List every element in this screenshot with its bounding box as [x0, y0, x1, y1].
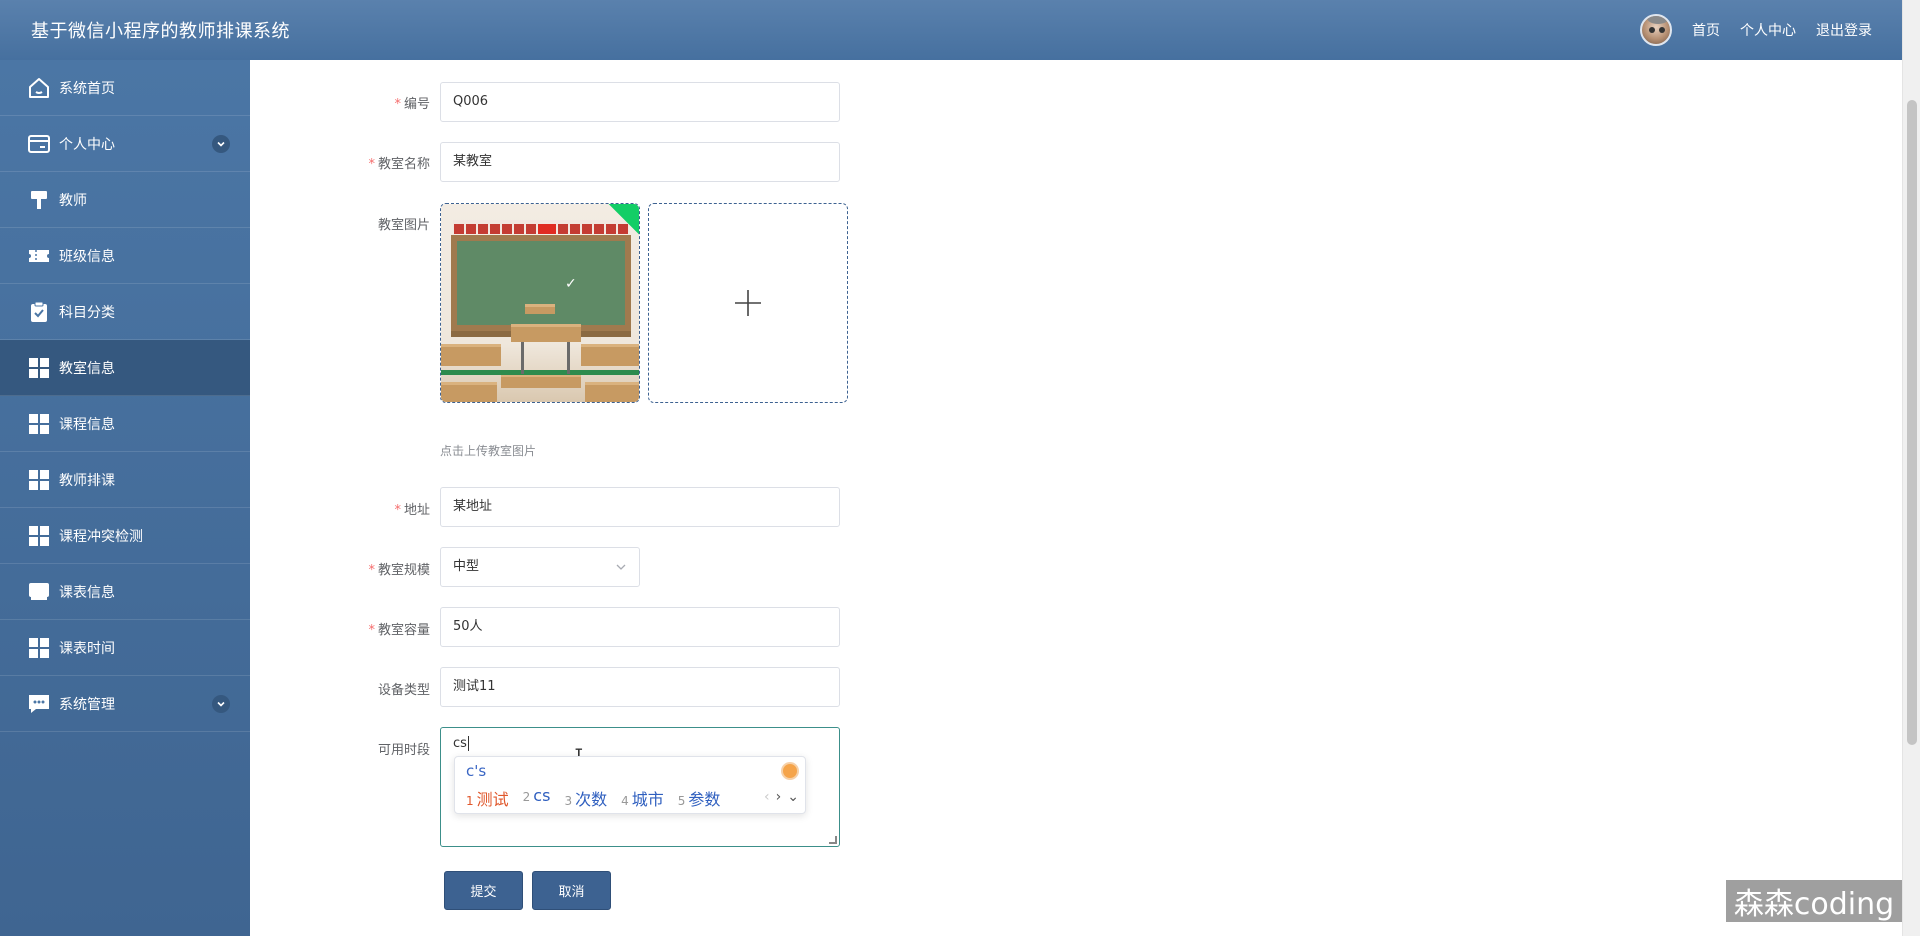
sidebar-item-label: 系统管理 — [59, 696, 115, 713]
address-input[interactable]: 某地址 — [440, 487, 840, 527]
logout-link[interactable]: 退出登录 — [1816, 20, 1872, 40]
chevron-down-icon[interactable] — [212, 135, 230, 153]
sidebar-item-conflict[interactable]: 课程冲突检测 — [0, 508, 250, 564]
home-icon — [27, 76, 51, 100]
classroom-name-label: * 教室名称 — [368, 157, 430, 172]
sidebar-item-label: 科目分类 — [59, 304, 115, 321]
card-icon — [27, 132, 51, 156]
equipment-label: 设备类型 — [377, 683, 430, 698]
chevron-left-icon[interactable]: ‹ — [764, 789, 770, 805]
ticket-icon — [27, 244, 51, 268]
address-label: * 地址 — [394, 503, 430, 518]
ime-candidate-window: c's 1 测试 2 cs 3 次数 4 城市 5 参数 ‹ › ⌄ — [454, 756, 806, 814]
clipboard-check-icon — [27, 300, 51, 324]
sidebar-item-label: 系统首页 — [59, 80, 115, 97]
code-input[interactable]: Q006 — [440, 82, 840, 122]
grid-icon — [27, 468, 51, 492]
ime-candidate[interactable]: 1 测试 — [466, 786, 509, 810]
brush-icon — [27, 188, 51, 212]
grid-icon — [27, 524, 51, 548]
sidebar-item-label: 课程信息 — [59, 416, 115, 433]
ime-candidate[interactable]: 5 参数 — [678, 786, 721, 810]
watermark: 森森coding — [1726, 880, 1902, 922]
sidebar-item-system[interactable]: 系统管理 — [0, 676, 250, 732]
capacity-input[interactable]: 50人 — [440, 607, 840, 647]
check-icon: ✓ — [565, 276, 577, 292]
submit-button[interactable]: 提交 — [444, 871, 523, 910]
cancel-button[interactable]: 取消 — [532, 871, 611, 910]
sidebar-item-label: 课表时间 — [59, 640, 115, 657]
user-avatar[interactable] — [1640, 14, 1672, 46]
sidebar-item-class[interactable]: 班级信息 — [0, 228, 250, 284]
sidebar-item-label: 教室信息 — [59, 360, 115, 377]
sidebar-item-home[interactable]: 系统首页 — [0, 60, 250, 116]
page-scrollbar[interactable] — [1902, 0, 1920, 936]
add-image-button[interactable] — [648, 203, 848, 403]
sidebar-item-timetable-time[interactable]: 课表时间 — [0, 620, 250, 676]
chevron-right-icon[interactable]: › — [776, 789, 782, 805]
classroom-image-label: 教室图片 — [377, 218, 430, 233]
scroll-thumb[interactable] — [1907, 100, 1917, 745]
ime-candidate[interactable]: 4 城市 — [621, 786, 664, 810]
ime-candidates: 1 测试 2 cs 3 次数 4 城市 5 参数 — [466, 786, 720, 810]
nav-home-link[interactable]: 首页 — [1692, 20, 1720, 40]
grid-icon — [27, 412, 51, 436]
capacity-label: * 教室容量 — [368, 623, 430, 638]
sidebar: 系统首页 个人中心 教师 班级信息 科目分类 教室信息 课程信息 教师排课 课程… — [0, 60, 250, 936]
monitor-icon — [27, 580, 51, 604]
sidebar-item-label: 班级信息 — [59, 248, 115, 265]
sidebar-item-course[interactable]: 课程信息 — [0, 396, 250, 452]
ime-page-nav: ‹ › ⌄ — [764, 789, 799, 805]
grid-icon — [27, 636, 51, 660]
upload-hint: 点击上传教室图片 — [440, 444, 537, 458]
chat-icon — [27, 692, 51, 716]
ime-pinyin: c's — [466, 762, 487, 780]
scale-select[interactable]: 中型 — [440, 547, 640, 587]
sidebar-item-teacher[interactable]: 教师 — [0, 172, 250, 228]
sidebar-item-subject[interactable]: 科目分类 — [0, 284, 250, 340]
sidebar-item-label: 课表信息 — [59, 584, 115, 601]
textarea-value: cs — [453, 736, 467, 751]
available-time-label: 可用时段 — [377, 743, 430, 758]
chevron-down-icon[interactable]: ⌄ — [787, 789, 799, 805]
ime-candidate[interactable]: 3 次数 — [564, 786, 607, 810]
plus-icon — [735, 290, 761, 316]
sidebar-item-label: 课程冲突检测 — [59, 528, 143, 545]
scale-label: * 教室规模 — [368, 563, 430, 578]
top-right-nav: 首页 个人中心 退出登录 — [1640, 0, 1872, 60]
app-title: 基于微信小程序的教师排课系统 — [31, 21, 290, 42]
chevron-down-icon — [616, 564, 626, 570]
sidebar-item-timetable[interactable]: 课表信息 — [0, 564, 250, 620]
equipment-input[interactable]: 测试11 — [440, 667, 840, 707]
nav-profile-link[interactable]: 个人中心 — [1740, 20, 1796, 40]
scale-selected-value: 中型 — [453, 559, 480, 574]
classroom-image-preview[interactable]: ✓ — [440, 203, 640, 403]
chevron-down-icon[interactable] — [212, 695, 230, 713]
resize-handle[interactable] — [829, 836, 837, 844]
sidebar-item-classroom[interactable]: 教室信息 — [0, 340, 250, 396]
code-label: * 编号 — [394, 97, 430, 112]
sidebar-item-label: 个人中心 — [59, 136, 115, 153]
classroom-name-input[interactable]: 某教室 — [440, 142, 840, 182]
sidebar-item-scheduling[interactable]: 教师排课 — [0, 452, 250, 508]
classroom-photo: ✓ — [441, 204, 639, 402]
sidebar-item-label: 教师排课 — [59, 472, 115, 489]
sidebar-item-label: 教师 — [59, 192, 87, 209]
sidebar-item-profile[interactable]: 个人中心 — [0, 116, 250, 172]
top-navbar: 基于微信小程序的教师排课系统 首页 个人中心 退出登录 — [0, 0, 1902, 60]
ime-logo-icon[interactable] — [781, 762, 799, 780]
grid-icon — [27, 356, 51, 380]
ime-candidate[interactable]: 2 cs — [523, 786, 551, 810]
